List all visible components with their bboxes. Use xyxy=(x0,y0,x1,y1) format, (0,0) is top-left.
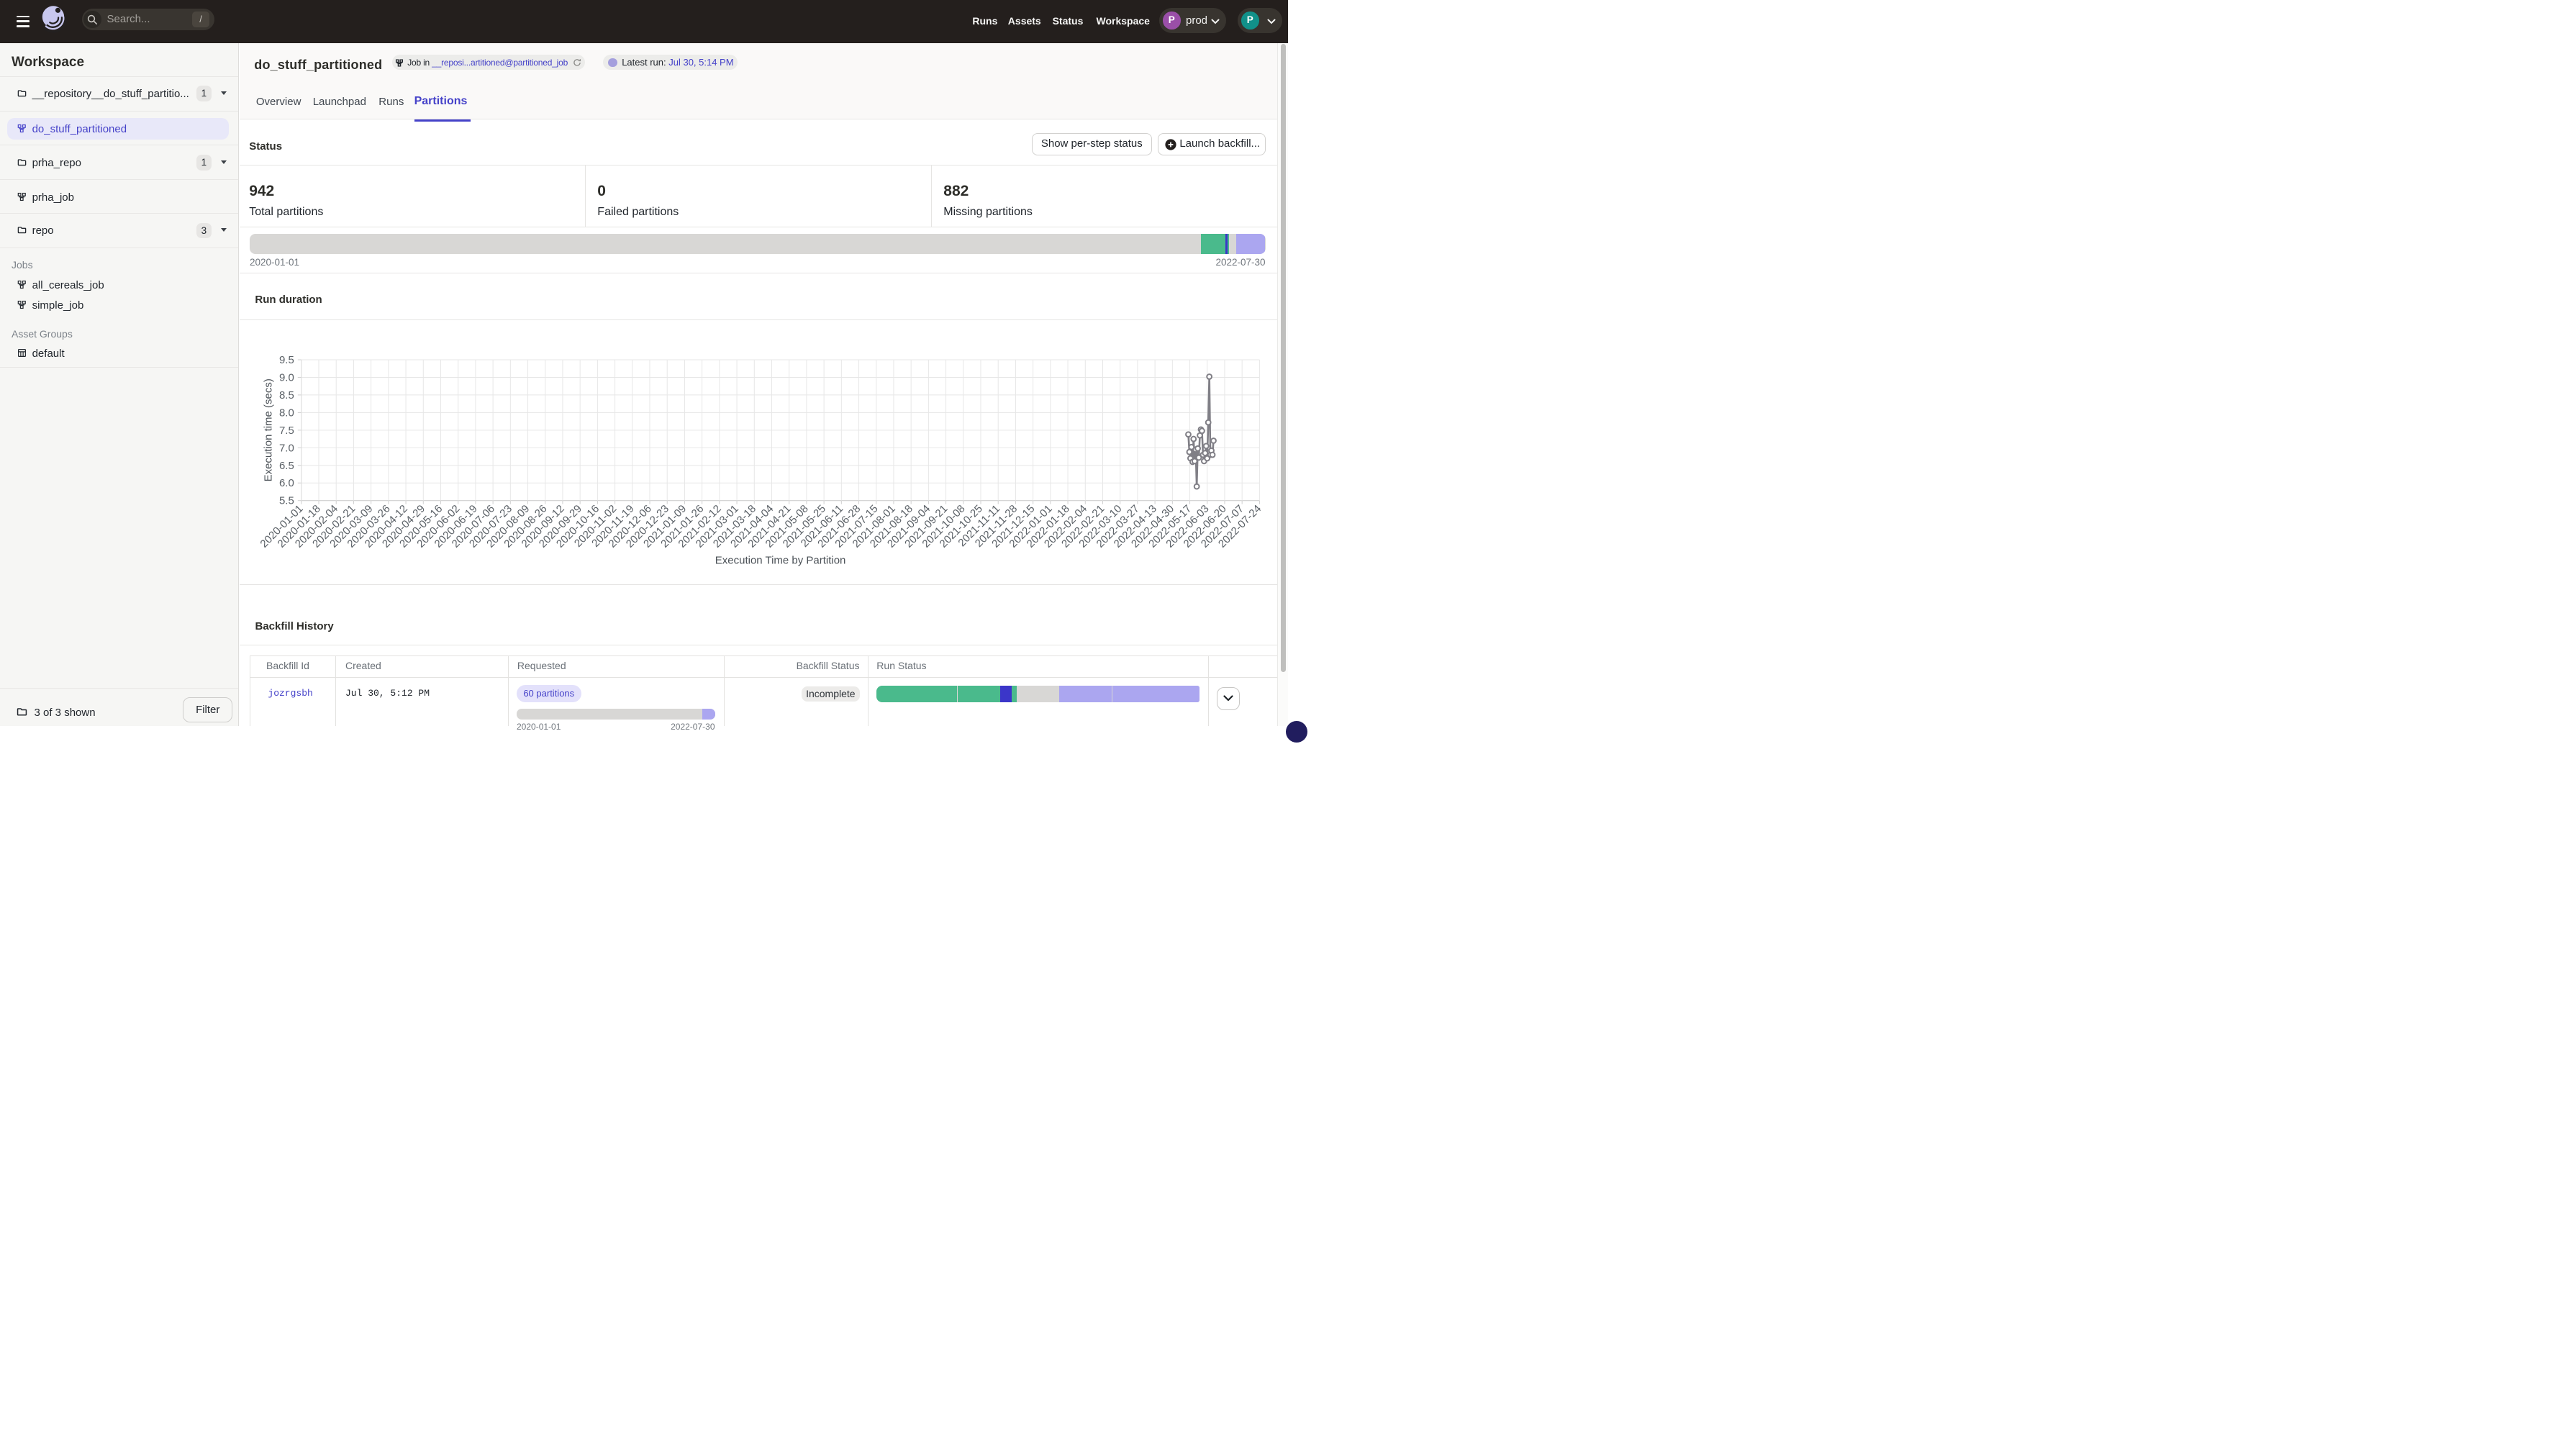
svg-text:9.0: 9.0 xyxy=(278,371,294,384)
svg-text:8.0: 8.0 xyxy=(278,407,294,419)
svg-text:7.0: 7.0 xyxy=(278,442,294,454)
svg-text:6.5: 6.5 xyxy=(278,460,294,472)
svg-text:9.5: 9.5 xyxy=(278,354,294,366)
svg-text:7.5: 7.5 xyxy=(278,425,294,437)
svg-text:8.5: 8.5 xyxy=(278,389,294,401)
svg-text:6.0: 6.0 xyxy=(278,477,294,489)
svg-text:Execution time (secs): Execution time (secs) xyxy=(262,378,274,481)
svg-text:5.5: 5.5 xyxy=(278,495,294,507)
svg-text:Execution Time by Partition: Execution Time by Partition xyxy=(715,555,845,567)
